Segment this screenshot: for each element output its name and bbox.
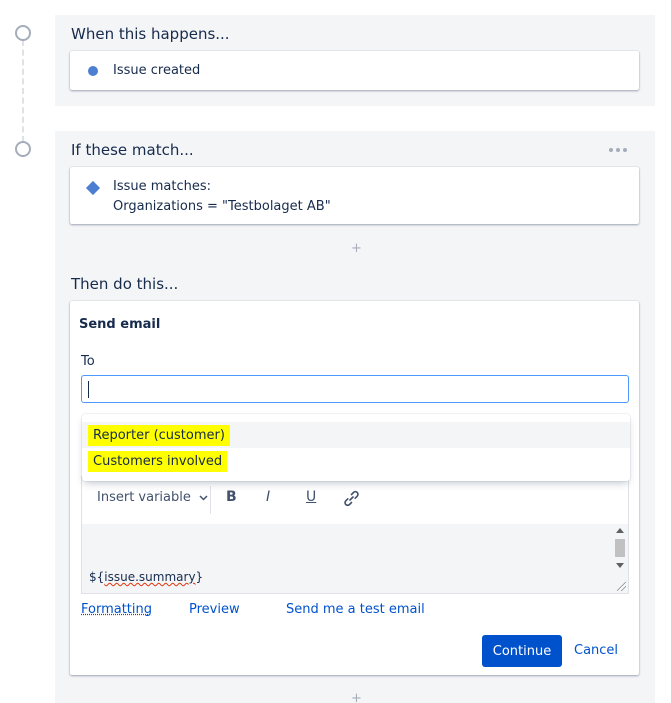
toolbar-divider	[210, 486, 211, 514]
send-email-title: Send email	[79, 317, 161, 332]
action-title: Then do this...	[71, 275, 179, 293]
editor-suffix: }	[195, 570, 204, 584]
trigger-dot-icon	[88, 66, 98, 76]
editor-toolbar: Insert variable B I U	[81, 476, 629, 524]
trigger-card[interactable]: Issue created	[70, 51, 639, 90]
dropdown-option-customers[interactable]: Customers involved	[82, 448, 630, 474]
continue-button[interactable]: Continue	[482, 635, 562, 667]
text-caret	[88, 381, 89, 398]
condition-title: If these match...	[71, 141, 194, 159]
formatting-link[interactable]: Formatting	[81, 602, 152, 617]
to-label: To	[81, 354, 95, 369]
recipient-dropdown: Reporter (customer) Customers involved	[82, 414, 630, 481]
dropdown-option-label: Reporter (customer)	[91, 428, 227, 443]
cancel-button[interactable]: Cancel	[574, 643, 618, 658]
add-condition-button[interactable]: +	[351, 241, 362, 256]
editor-content: ${issue.summary}	[89, 570, 203, 584]
dropdown-option-label: Customers involved	[91, 454, 225, 469]
condition-line1: Issue matches:	[113, 179, 212, 194]
trigger-item-label: Issue created	[113, 63, 201, 78]
dropdown-option-reporter[interactable]: Reporter (customer)	[82, 422, 630, 448]
to-input[interactable]	[81, 375, 629, 403]
condition-diamond-icon	[85, 180, 101, 196]
chevron-down-icon	[199, 494, 208, 501]
send-test-email-link[interactable]: Send me a test email	[286, 602, 425, 617]
trigger-title: When this happens...	[71, 25, 230, 43]
send-email-card: Send email To Insert variable B I U ${is…	[70, 301, 639, 675]
scroll-thumb[interactable]	[615, 539, 625, 557]
email-body-editor[interactable]: ${issue.summary}	[81, 524, 629, 594]
insert-variable-dropdown[interactable]: Insert variable	[97, 490, 208, 505]
preview-link[interactable]: Preview	[189, 602, 240, 617]
insert-variable-label: Insert variable	[97, 490, 191, 505]
timeline-node-condition	[15, 141, 31, 157]
timeline-connector	[22, 40, 24, 142]
add-action-button[interactable]: +	[351, 691, 362, 703]
trigger-section: When this happens... Issue created	[55, 15, 655, 106]
italic-button[interactable]: I	[266, 489, 270, 505]
editor-variable: issue.summary	[104, 570, 196, 584]
scroll-up-arrow-icon[interactable]	[616, 528, 624, 533]
more-options-icon[interactable]	[609, 148, 631, 154]
condition-card[interactable]: Issue matches: Organizations = "Testbola…	[70, 167, 639, 224]
editor-prefix: ${	[89, 570, 105, 584]
scroll-down-arrow-icon[interactable]	[616, 563, 624, 568]
resize-handle-icon[interactable]	[617, 582, 626, 591]
underline-button[interactable]: U	[306, 489, 316, 505]
link-icon[interactable]	[343, 490, 360, 507]
bold-button[interactable]: B	[226, 489, 237, 505]
timeline-node-trigger	[15, 25, 31, 41]
condition-line2: Organizations = "Testbolaget AB"	[113, 199, 331, 214]
